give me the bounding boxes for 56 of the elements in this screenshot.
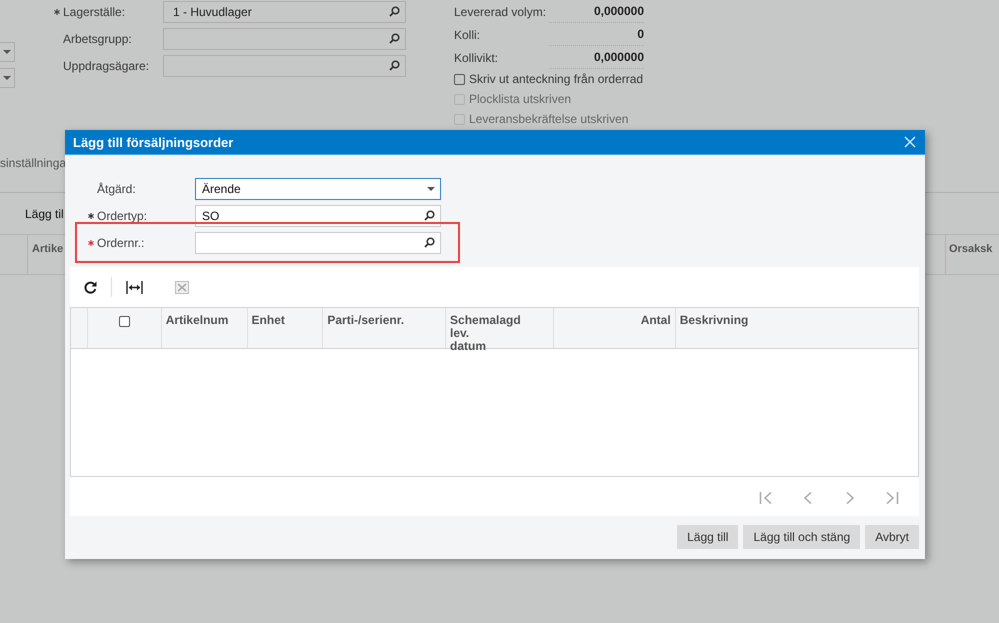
dialog-button[interactable]: Lägg till och stäng [743,525,860,549]
close-icon[interactable] [904,136,916,148]
dropdown-field[interactable]: Ärende [195,178,441,200]
column-header[interactable]: Artikelnum [162,308,248,348]
checkbox-label: Leveransbekräftelse utskriven [469,112,628,126]
field-label: Lagerställe: [63,4,126,18]
lookup-field[interactable] [195,232,441,254]
column-header[interactable]: Schemalagd lev. datum [446,308,554,348]
dropdown-field[interactable] [0,68,15,88]
search-icon [389,6,400,17]
asterisk-icon [88,240,94,246]
caret-icon [3,76,11,80]
caret-icon [3,50,11,54]
search-icon [424,237,435,248]
column-header[interactable]: Antal [554,308,676,348]
field-label: Ordertyp: [97,208,148,222]
lookup-field[interactable]: 1 - Huvudlager [163,0,406,22]
field-label: Kolli: [454,28,480,42]
column-header: Orsaksk [948,242,994,257]
dialog-button[interactable]: Avbryt [865,525,919,549]
field-label: Ordernr.: [97,236,146,250]
caret-icon [427,186,435,190]
dropdown-field[interactable] [0,42,15,62]
lookup-field[interactable] [163,28,406,50]
column-header[interactable]: Beskrivning [676,308,918,348]
field-label: Arbetsgrupp: [63,32,133,46]
first-page-icon[interactable] [759,491,773,505]
search-icon [389,60,400,71]
last-page-icon[interactable] [885,491,899,505]
search-icon [389,33,400,44]
search-icon [424,210,435,221]
select-all-checkbox[interactable] [118,316,130,327]
field-label: Åtgärd: [97,182,137,196]
field-value: 0 [549,23,644,46]
checkbox[interactable] [454,74,465,84]
asterisk-icon [54,8,60,14]
asterisk-icon [88,212,94,218]
field-value: 0,000000 [549,0,644,23]
column-header[interactable]: Enhet [248,308,324,348]
fit-columns-icon[interactable] [126,280,143,294]
checkbox-label: Plocklista utskriven [469,92,572,106]
toolbar-button[interactable]: Lägg til [25,206,64,220]
dialog-button[interactable]: Lägg till [677,525,738,549]
column-header[interactable]: Parti-/serienr. [323,308,446,348]
field-label: Kollivikt: [454,50,498,64]
spreadsheet-icon [175,280,189,294]
lookup-field[interactable] [163,54,406,76]
column-header: Artike [31,242,64,257]
field-label: Uppdragsägare: [63,58,150,72]
dialog-title: Lägg till försäljningsorder [73,134,234,150]
refresh-icon[interactable] [84,280,97,294]
checkbox-label: Skriv ut anteckning från orderrad [469,72,644,86]
field-value: 0,000000 [549,46,644,69]
lookup-field[interactable]: SO [195,204,441,226]
field-label: Levererad volym: [454,4,546,18]
tab[interactable]: sinställninga [0,156,66,170]
